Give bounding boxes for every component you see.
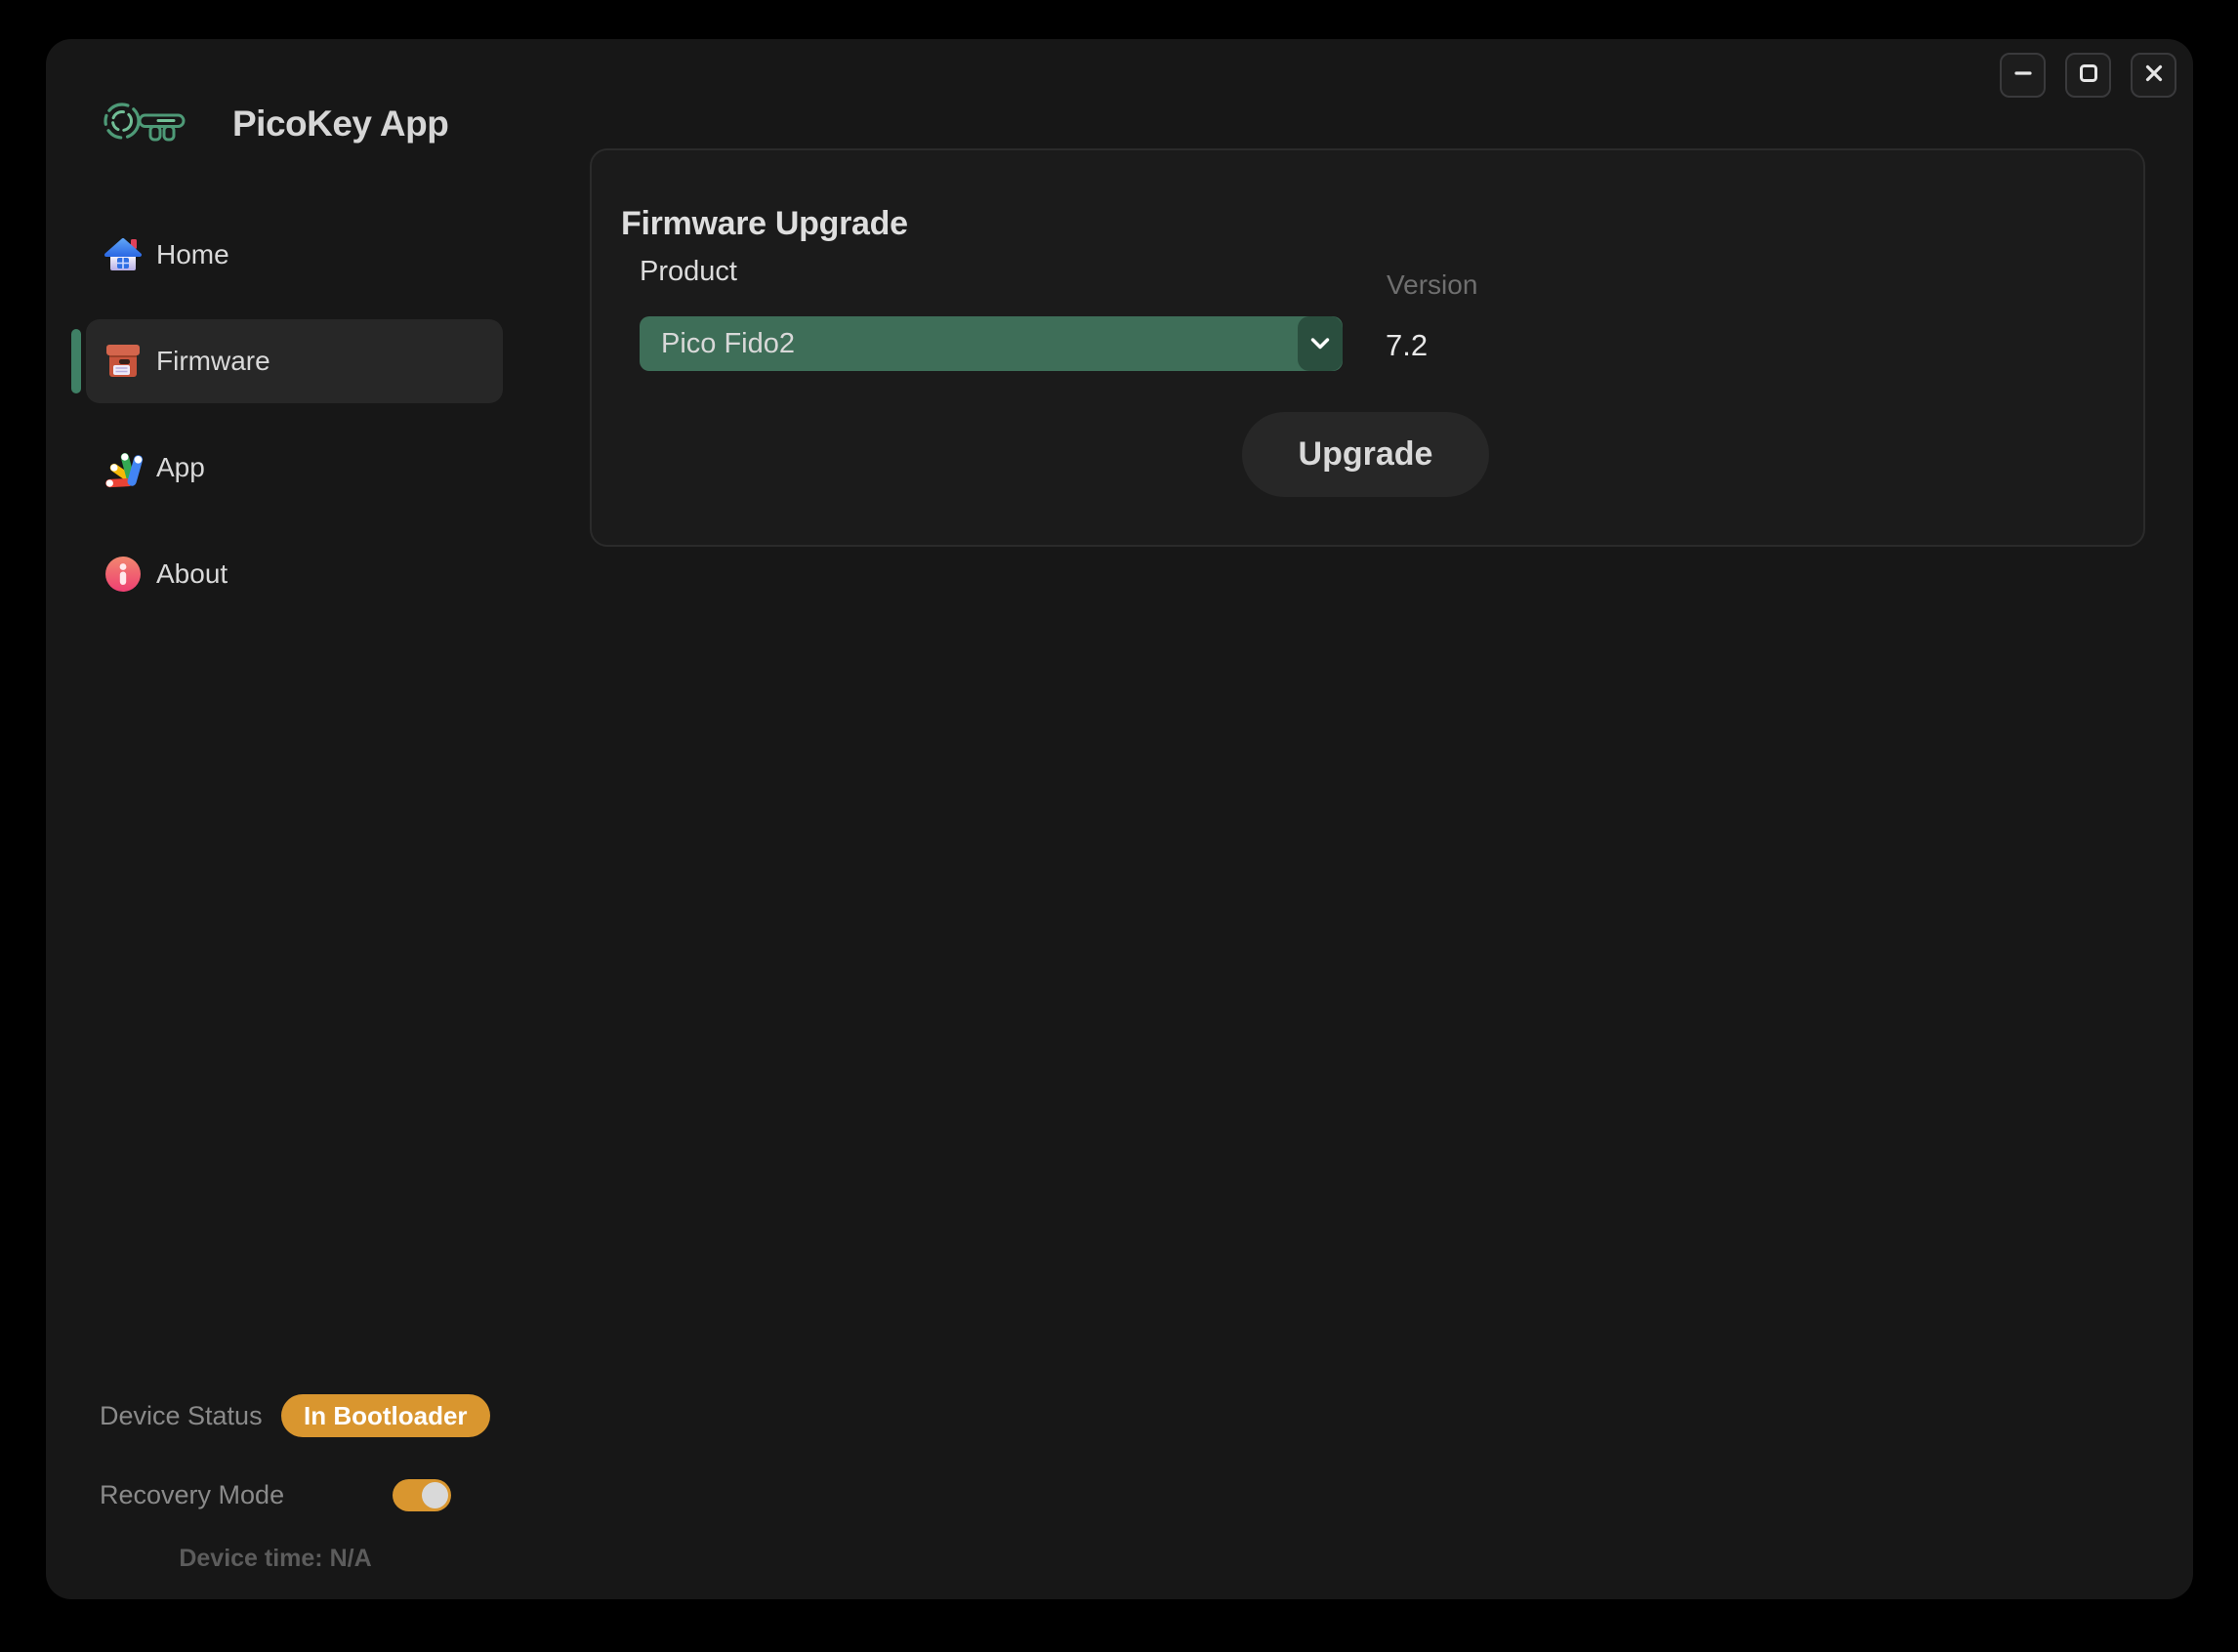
sidebar-item-app[interactable]: App bbox=[86, 426, 503, 510]
sidebar-item-home[interactable]: Home bbox=[86, 213, 503, 297]
about-info-icon bbox=[103, 554, 144, 595]
sidebar-item-label: App bbox=[156, 452, 205, 483]
toggle-knob bbox=[422, 1482, 448, 1508]
chevron-down-icon bbox=[1298, 316, 1343, 371]
device-time-text: Device time: N/A bbox=[46, 1545, 505, 1573]
sidebar-item-about[interactable]: About bbox=[86, 532, 503, 616]
app-title: PicoKey App bbox=[232, 103, 448, 145]
sidebar-item-label: Home bbox=[156, 239, 229, 270]
home-icon bbox=[103, 234, 144, 275]
recovery-mode-label: Recovery Mode bbox=[100, 1479, 284, 1511]
firmware-upgrade-panel: Firmware Upgrade Product Pico Fido2 Vers… bbox=[590, 148, 2145, 547]
app-icon bbox=[103, 447, 144, 488]
sidebar-nav: Home Firmware bbox=[86, 213, 503, 616]
device-status-badge: In Bootloader bbox=[281, 1394, 490, 1437]
app-header: PicoKey App bbox=[100, 100, 448, 147]
close-icon bbox=[2143, 62, 2165, 89]
version-label: Version bbox=[1387, 269, 1477, 301]
product-select[interactable]: Pico Fido2 bbox=[640, 316, 1343, 371]
active-item-indicator bbox=[71, 329, 81, 393]
upgrade-button[interactable]: Upgrade bbox=[1242, 412, 1489, 497]
desktop-background: PicoKey App bbox=[0, 0, 2238, 1652]
sidebar-item-label: Firmware bbox=[156, 346, 270, 377]
product-select-value: Pico Fido2 bbox=[661, 316, 795, 371]
minimize-button[interactable] bbox=[2000, 53, 2046, 98]
sidebar-item-label: About bbox=[156, 558, 228, 590]
maximize-icon bbox=[2078, 62, 2099, 89]
minimize-icon bbox=[2012, 62, 2034, 89]
device-status-label: Device Status bbox=[100, 1394, 263, 1437]
window-controls bbox=[2000, 53, 2176, 98]
product-label: Product bbox=[640, 256, 737, 288]
sidebar-item-firmware[interactable]: Firmware bbox=[86, 319, 503, 403]
app-window: PicoKey App bbox=[46, 39, 2193, 1599]
picokey-key-logo-icon bbox=[100, 100, 193, 147]
panel-title: Firmware Upgrade bbox=[621, 205, 908, 243]
maximize-button[interactable] bbox=[2065, 53, 2111, 98]
recovery-mode-toggle[interactable] bbox=[393, 1479, 451, 1511]
close-button[interactable] bbox=[2131, 53, 2176, 98]
version-value: 7.2 bbox=[1386, 328, 1428, 363]
firmware-box-icon bbox=[103, 341, 144, 382]
